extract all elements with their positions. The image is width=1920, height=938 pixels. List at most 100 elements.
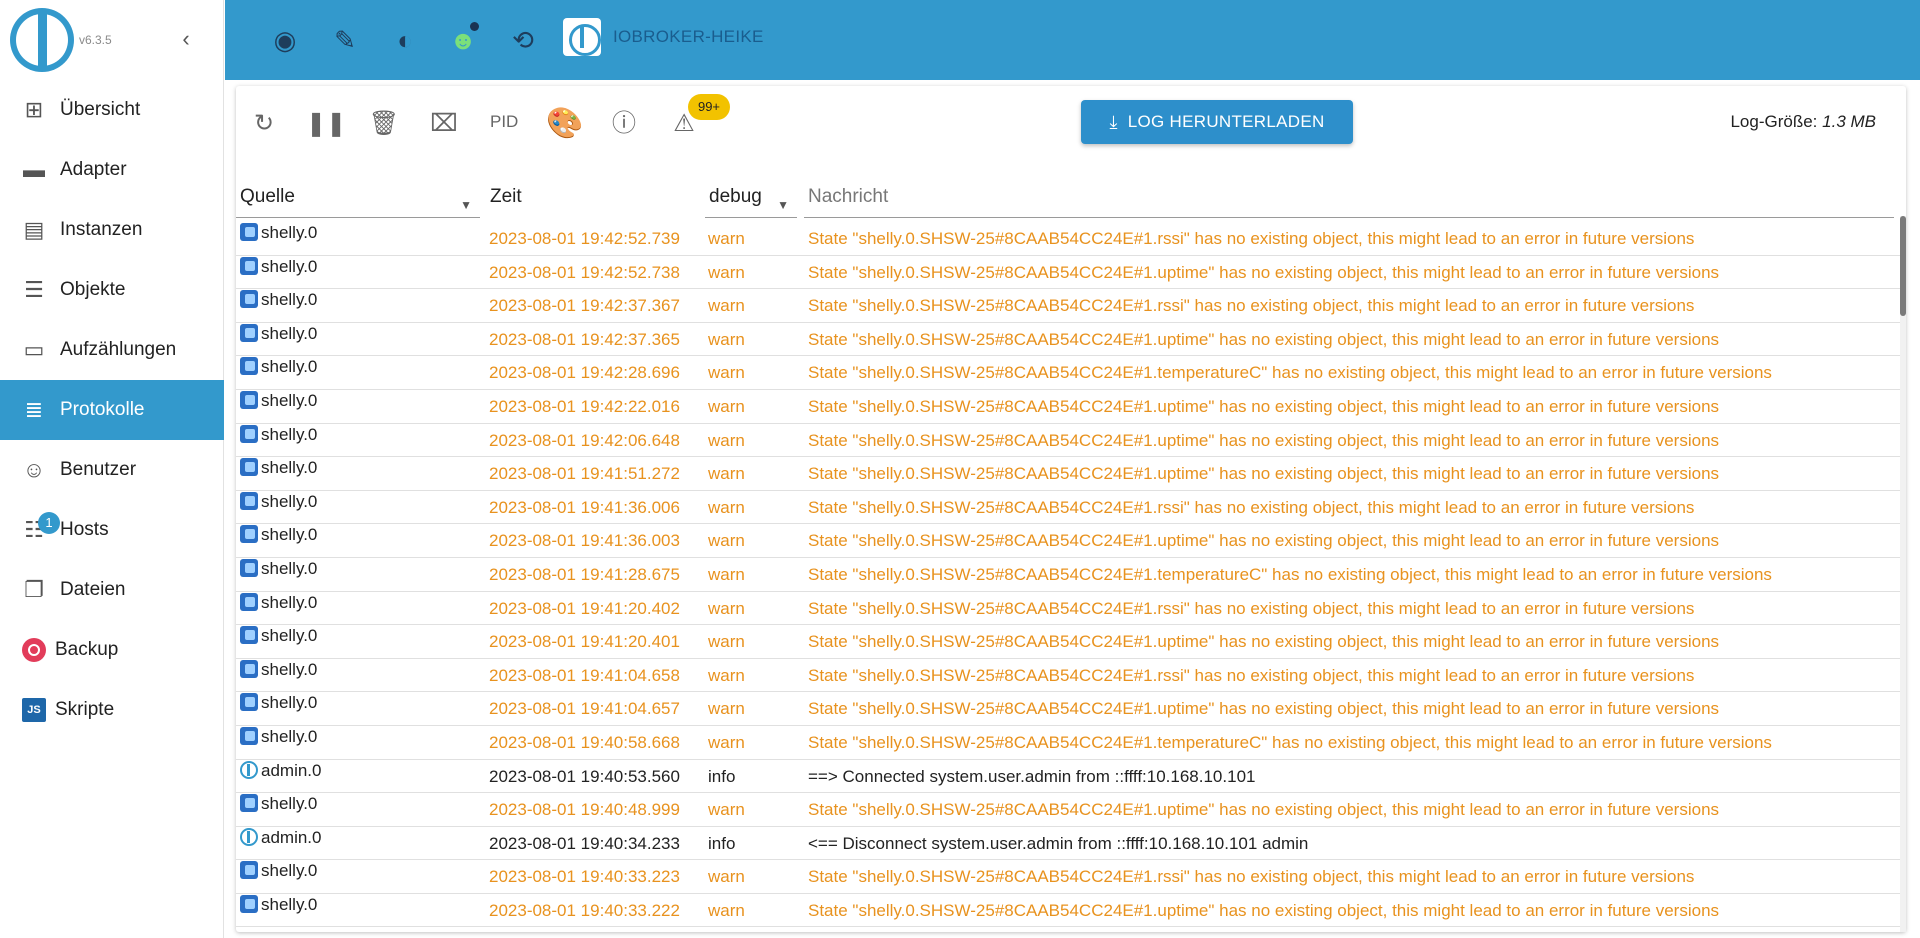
row-time: 2023-08-01 19:42:37.365 [489,329,680,349]
log-panel: ↻ ❚❚ 🗑 ⌧ PID 🎨 ⓘ ⚠ 99+ ⤓ LOG HERUNTERLAD… [236,86,1906,932]
pid-toggle[interactable]: PID [490,112,518,132]
caret-down-icon: ▼ [460,198,472,212]
sidebar-nav: ⊞ Übersicht ▬ Adapter ▤ Instanzen ☰ Obje… [0,80,224,740]
row-source: shelly.0 [240,390,480,423]
table-row[interactable]: shelly.0 2023-08-01 19:42:52.738 warn State… [236,256,1900,290]
eye-icon[interactable]: ◉ [269,24,301,56]
row-source-label: shelly.0 [261,458,318,478]
wrench-icon[interactable]: ✎ [329,24,361,56]
row-message: <== Disconnect system.user.admin from ::… [808,833,1309,853]
shelly-adapter-icon [240,491,258,510]
row-severity: warn [708,867,745,887]
table-row[interactable]: shelly.0 2023-08-01 19:40:33.222 warn State… [236,894,1900,928]
column-message: Nachricht [808,186,889,207]
table-row[interactable]: shelly.0 2023-08-01 19:41:04.658 warn State… [236,659,1900,693]
host-logo-icon [563,18,601,56]
table-row[interactable]: admin.0 2023-08-01 19:40:53.560 info ==> Co… [236,760,1900,794]
scrollbar[interactable] [1900,216,1906,932]
row-source: shelly.0 [240,524,480,557]
table-row[interactable]: shelly.0 2023-08-01 19:42:28.696 warn State… [236,356,1900,390]
shelly-adapter-icon [240,626,258,645]
table-row[interactable]: shelly.0 2023-08-01 19:40:58.668 warn State… [236,726,1900,760]
sidebar-item-objekte[interactable]: ☰ Objekte [0,260,224,320]
error-outline-icon[interactable]: ⓘ [606,106,642,142]
download-log-button[interactable]: ⤓ LOG HERUNTERLADEN [1081,100,1353,144]
row-time: 2023-08-01 19:41:04.658 [489,665,680,685]
refresh-icon[interactable]: ↻ [246,106,282,142]
user-icon: ☺ [22,457,46,482]
sidebar-item-benutzer[interactable]: ☺ Benutzer [0,440,224,500]
column-severity: debug [709,186,762,207]
table-row[interactable]: shelly.0 2023-08-01 19:42:22.016 warn State… [236,390,1900,424]
row-message: State "shelly.0.SHSW-25#8CAAB54CC24E#1.u… [808,329,1720,349]
table-row[interactable]: shelly.0 2023-08-01 19:40:48.999 warn State… [236,793,1900,827]
table-row[interactable]: shelly.0 2023-08-01 19:41:36.003 warn State… [236,524,1900,558]
table-row[interactable]: shelly.0 2023-08-01 19:41:51.272 warn State… [236,457,1900,491]
table-row[interactable]: shelly.0 2023-08-01 19:41:04.657 warn State… [236,692,1900,726]
table-row[interactable]: shelly.0 2023-08-01 19:42:52.739 warn State… [236,222,1900,256]
table-row[interactable]: shelly.0 2023-08-01 19:41:20.401 warn State… [236,625,1900,659]
table-row[interactable]: shelly.0 2023-08-01 19:40:33.223 warn State… [236,860,1900,894]
sidebar-item-instanzen[interactable]: ▤ Instanzen [0,200,224,260]
table-row[interactable]: admin.0 2023-08-01 19:40:34.233 info <== Di… [236,827,1900,861]
row-time: 2023-08-01 19:42:52.739 [489,229,680,248]
sidebar-item-hosts[interactable]: ☷ 1 Hosts [0,500,224,560]
row-message: State "shelly.0.SHSW-25#8CAAB54CC24E#1.t… [808,363,1772,383]
shelly-adapter-icon [240,256,258,275]
iobroker-logo-icon[interactable] [10,8,74,72]
row-source-label: shelly.0 [261,390,318,410]
table-row[interactable]: shelly.0 2023-08-01 19:42:37.365 warn State… [236,323,1900,357]
delete-forever-icon[interactable]: ⌧ [426,106,462,142]
chevron-left-icon[interactable]: ‹ [176,28,196,50]
sidebar-item-skripte[interactable]: JS Skripte [0,680,224,740]
column-source: Quelle [240,186,295,207]
row-time: 2023-08-01 19:42:52.738 [489,262,680,282]
palette-icon[interactable]: 🎨 [546,106,583,142]
sidebar-item-label: Übersicht [60,99,141,120]
expert-mode-icon[interactable]: ☻ [447,22,479,56]
row-source-label: shelly.0 [261,626,318,646]
severity-filter-select[interactable]: debug ▼ [705,184,797,218]
row-time: 2023-08-01 19:41:20.402 [489,598,680,618]
delete-icon[interactable]: 🗑 [366,106,402,142]
source-filter-select[interactable]: Quelle ▼ [236,184,480,218]
brightness-icon[interactable]: ◐ [389,24,421,56]
shelly-adapter-icon [240,726,258,745]
instances-icon: ▤ [23,217,45,242]
row-message: State "shelly.0.SHSW-25#8CAAB54CC24E#1.u… [808,800,1720,820]
scrollbar-thumb[interactable] [1900,216,1906,316]
row-source-label: admin.0 [261,760,322,780]
sidebar-item-uebersicht[interactable]: ⊞ Übersicht [0,80,224,140]
sync-off-icon[interactable]: ⟲ [507,24,539,56]
table-header: Quelle ▼ Zeit debug ▼ Nachricht [236,184,1900,218]
files-icon: ❐ [24,577,44,602]
sidebar-item-aufzaehlungen[interactable]: ▭ Aufzählungen [0,320,224,380]
row-source: shelly.0 [240,894,480,927]
row-source: shelly.0 [240,457,480,490]
row-message: State "shelly.0.SHSW-25#8CAAB54CC24E#1.r… [808,665,1695,685]
table-row[interactable]: shelly.0 2023-08-01 19:41:20.402 warn State… [236,592,1900,626]
row-severity: warn [708,732,745,752]
row-message: State "shelly.0.SHSW-25#8CAAB54CC24E#1.r… [808,296,1695,316]
enum-icon: ▭ [23,337,45,362]
sidebar-item-protokolle[interactable]: ≣ Protokolle [0,380,224,440]
row-source-label: shelly.0 [261,861,318,881]
sidebar-item-dateien[interactable]: ❐ Dateien [0,560,224,620]
backup-icon [22,638,46,662]
sidebar-item-adapter[interactable]: ▬ Adapter [0,140,224,200]
row-source-label: shelly.0 [261,693,318,713]
row-source-label: shelly.0 [261,794,318,814]
table-row[interactable]: shelly.0 2023-08-01 19:42:06.648 warn State… [236,424,1900,458]
pause-icon[interactable]: ❚❚ [306,106,346,142]
table-row[interactable]: shelly.0 2023-08-01 19:42:37.367 warn State… [236,289,1900,323]
admin-adapter-icon [240,760,258,779]
row-source-label: shelly.0 [261,659,318,679]
table-row[interactable]: shelly.0 2023-08-01 19:41:28.675 warn State… [236,558,1900,592]
sidebar-item-label: Backup [55,639,119,660]
sidebar-item-backup[interactable]: Backup [0,620,224,680]
shelly-adapter-icon [240,357,258,376]
table-row[interactable]: shelly.0 2023-08-01 19:41:36.006 warn State… [236,491,1900,525]
row-source-label: shelly.0 [261,256,318,276]
row-message: State "shelly.0.SHSW-25#8CAAB54CC24E#1.u… [808,430,1720,450]
message-filter-input[interactable]: Nachricht [804,184,1894,218]
